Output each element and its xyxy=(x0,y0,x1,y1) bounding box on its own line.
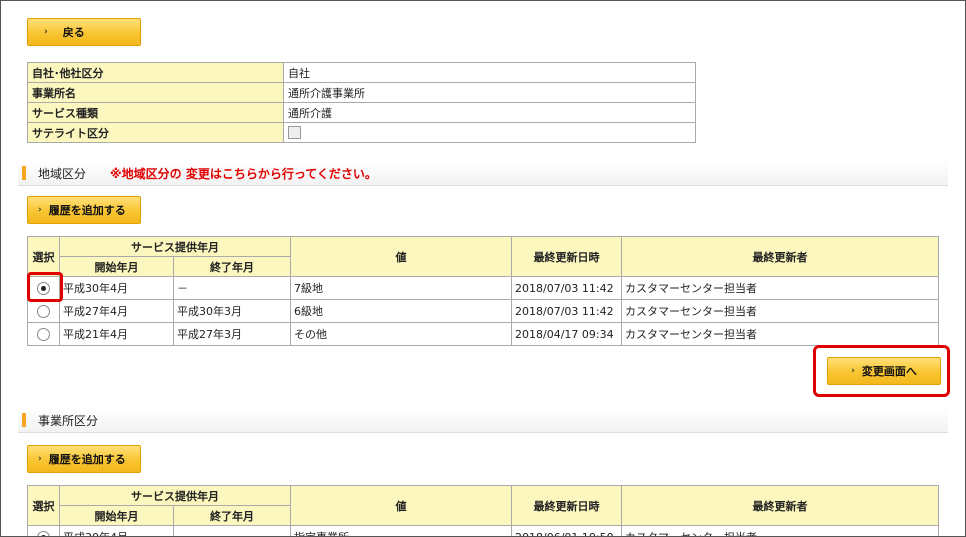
info-label: 事業所名 xyxy=(27,82,284,103)
chevron-right-icon: › xyxy=(38,205,42,215)
col-header-start: 開始年月 xyxy=(59,505,174,526)
table-row[interactable]: 平成30年4月 指定事業所 2018/06/01 10:50 カスタマーセンター… xyxy=(27,525,939,536)
cell-end: 平成30年3月 xyxy=(173,299,291,323)
cell-updated-by: カスタマーセンター担当者 xyxy=(621,299,939,323)
cell-value: 7級地 xyxy=(290,276,512,300)
section-note: ※地域区分の 変更はこちらから行ってください。 xyxy=(110,166,377,181)
office-section-header: 事業所区分 xyxy=(18,408,948,433)
col-header-end: 終了年月 xyxy=(173,505,291,526)
info-value xyxy=(283,122,696,143)
add-history-button[interactable]: › 履歴を追加する xyxy=(27,445,141,473)
table-row[interactable]: 平成30年4月 － 7級地 2018/07/03 11:42 カスタマーセンター… xyxy=(27,276,939,300)
col-header-select: 選択 xyxy=(27,485,60,526)
back-button[interactable]: › 戻る xyxy=(27,18,141,46)
col-header-start: 開始年月 xyxy=(59,256,174,277)
satellite-checkbox[interactable] xyxy=(288,126,301,140)
region-section-header: 地域区分 ※地域区分の 変更はこちらから行ってください。 xyxy=(18,161,948,186)
cell-updated-by: カスタマーセンター担当者 xyxy=(621,322,939,346)
info-value: 自社 xyxy=(283,62,696,83)
cell-end: － xyxy=(173,276,291,300)
section-title: 事業所区分 xyxy=(38,413,99,428)
col-header-updated-at: 最終更新日時 xyxy=(511,485,622,526)
info-label: 自社･他社区分 xyxy=(27,62,284,83)
col-header-service-period: サービス提供年月 xyxy=(59,236,291,257)
info-row: 自社･他社区分 自社 xyxy=(27,62,696,83)
col-header-service-period: サービス提供年月 xyxy=(59,485,291,506)
table-row[interactable]: 平成27年4月 平成30年3月 6級地 2018/07/03 11:42 カスタ… xyxy=(27,299,939,323)
cell-start: 平成30年4月 xyxy=(59,525,174,536)
cell-start: 平成27年4月 xyxy=(59,299,174,323)
change-button-highlight xyxy=(813,345,950,397)
info-label: サービス種類 xyxy=(27,102,284,123)
cell-updated-at: 2018/07/03 11:42 xyxy=(511,299,622,323)
office-info-table: 自社･他社区分 自社 事業所名 通所介護事業所 サービス種類 通所介護 サテライ… xyxy=(27,62,696,143)
col-header-end: 終了年月 xyxy=(173,256,291,277)
col-header-updated-by: 最終更新者 xyxy=(621,236,939,277)
office-history-table: 選択 サービス提供年月 値 最終更新日時 最終更新者 開始年月 終了年月 平成3… xyxy=(27,485,939,536)
cell-updated-at: 2018/07/03 11:42 xyxy=(511,276,622,300)
cell-value: その他 xyxy=(290,322,512,346)
cell-updated-by: カスタマーセンター担当者 xyxy=(621,525,939,536)
col-header-select: 選択 xyxy=(27,236,60,277)
section-marker-icon xyxy=(22,166,26,180)
cell-end xyxy=(173,525,291,536)
cell-start: 平成21年4月 xyxy=(59,322,174,346)
window-frame: › 戻る 自社･他社区分 自社 事業所名 通所介護事業所 サービス種類 通所介護… xyxy=(0,0,966,537)
row-radio-selected[interactable] xyxy=(37,530,50,536)
row-radio[interactable] xyxy=(37,304,50,318)
col-header-updated-at: 最終更新日時 xyxy=(511,236,622,277)
info-value: 通所介護事業所 xyxy=(283,82,696,103)
cell-value: 指定事業所 xyxy=(290,525,512,536)
col-header-value: 値 xyxy=(290,485,512,526)
cell-updated-by: カスタマーセンター担当者 xyxy=(621,276,939,300)
add-history-button[interactable]: › 履歴を追加する xyxy=(27,196,141,224)
cell-value: 6級地 xyxy=(290,299,512,323)
region-history-table: 選択 サービス提供年月 値 最終更新日時 最終更新者 開始年月 終了年月 平成3… xyxy=(27,236,939,346)
col-header-updated-by: 最終更新者 xyxy=(621,485,939,526)
row-radio[interactable] xyxy=(37,327,50,341)
info-row: 事業所名 通所介護事業所 xyxy=(27,82,696,103)
cell-updated-at: 2018/06/01 10:50 xyxy=(511,525,622,536)
info-label: サテライト区分 xyxy=(27,122,284,143)
chevron-right-icon: › xyxy=(38,454,42,464)
cell-end: 平成27年3月 xyxy=(173,322,291,346)
col-header-value: 値 xyxy=(290,236,512,277)
cell-start: 平成30年4月 xyxy=(59,276,174,300)
info-row: サテライト区分 xyxy=(27,122,696,143)
radio-highlight xyxy=(27,272,63,302)
info-value: 通所介護 xyxy=(283,102,696,123)
section-marker-icon xyxy=(22,413,26,427)
section-title: 地域区分 xyxy=(38,166,87,181)
cell-updated-at: 2018/04/17 09:34 xyxy=(511,322,622,346)
chevron-right-icon: › xyxy=(44,27,48,37)
info-row: サービス種類 通所介護 xyxy=(27,102,696,123)
table-row[interactable]: 平成21年4月 平成27年3月 その他 2018/04/17 09:34 カスタ… xyxy=(27,322,939,346)
